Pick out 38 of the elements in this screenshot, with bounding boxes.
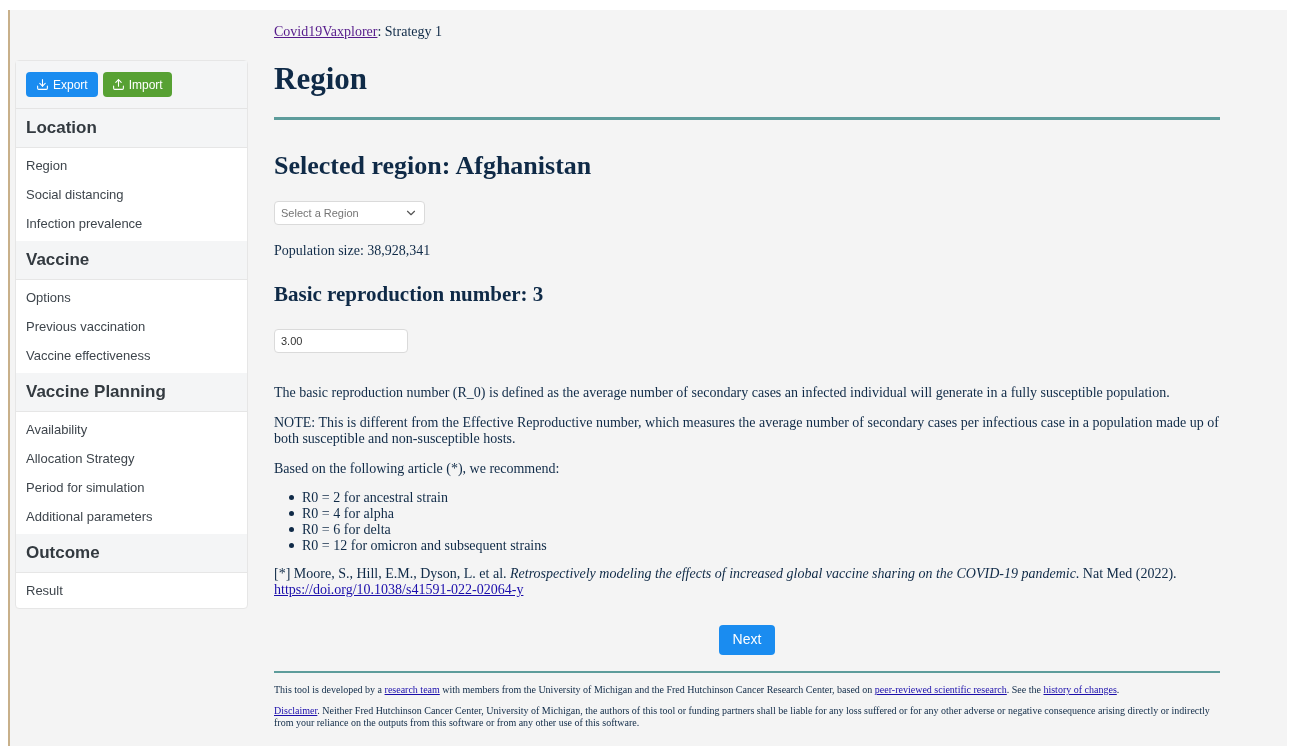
sidebar-item[interactable]: Region [16, 151, 247, 180]
body-paragraph: The basic reproduction number (R_0) is defined as the average number of secondary cases an infected individual will generate in a fully susceptible population. [274, 384, 1171, 401]
recommendation-item: R0 = 12 for omicron and subsequent strains [289, 537, 1220, 554]
breadcrumb: Covid19Vaxplorer: Strategy 1 [274, 24, 442, 39]
footer-paragraph: Disclaimer. Neither Fred Hutchinson Cancer Center, University of Michigan, the authors of this tool or funding partners shall be liable for any loss suffered or for any other adverse or negative consequence arising directly or indirectly from your reliance on the outputs from this software or from any other use of this software. [274, 704, 1211, 729]
body-paragraph: NOTE: This is different from the Effective Reproductive number, which measures the average number of secondary cases per infectious case in a population made up of both susceptible and non-susceptible hosts. [274, 414, 1220, 447]
sidebar-item[interactable]: Vaccine effectiveness [16, 341, 247, 370]
sidebar-item[interactable]: Result [16, 576, 247, 605]
reproduction-heading: Basic reproduction number: 3 [274, 281, 545, 309]
sidebar-item[interactable]: Period for simulation [16, 473, 247, 502]
doi-link[interactable]: https://doi.org/10.1038/s41591-022-02064-y [274, 581, 524, 597]
reference-text: [*] Moore, S., Hill, E.M., Dyson, L. et al. Retrospectively modeling the effects of increased global vaccine sharing on the COVID-19 pandemic. Nat Med (2022). https://doi.org/10.1038/s41591-022-02064-y [274, 565, 1178, 598]
sidebar-item[interactable]: Availability [16, 415, 247, 444]
selected-region-heading: Selected region: Afghanistan [274, 150, 593, 182]
page-title: Region [274, 60, 368, 98]
body-paragraph: Based on the following article (*), we recommend: [274, 460, 561, 477]
sidebar-item[interactable]: Allocation Strategy [16, 444, 247, 473]
sidebar-item[interactable]: Previous vaccination [16, 312, 247, 341]
section-heading: Vaccine Planning [26, 381, 166, 404]
recommendation-item: R0 = 6 for delta [289, 521, 1220, 538]
recommendation-item: R0 = 2 for ancestral strain [289, 489, 1220, 506]
footer-link[interactable]: peer-reviewed scientific research [874, 683, 1007, 695]
region-select[interactable]: Select a Region [274, 201, 425, 226]
sidebar-item[interactable]: Infection prevalence [16, 209, 247, 238]
reproduction-input[interactable]: 3.00 [274, 328, 408, 353]
sidebar-item[interactable]: Additional parameters [16, 502, 247, 531]
download-icon [36, 78, 49, 91]
sidebar-item[interactable]: Social distancing [16, 180, 247, 209]
footer-link[interactable]: history of changes [1043, 683, 1117, 695]
population-text: Population size: 38,928,341 [274, 242, 432, 261]
upload-icon [111, 78, 125, 91]
sidebar-item[interactable]: Options [16, 283, 247, 312]
footer-paragraph: This tool is developed by a research team with members from the University of Michigan and the Fred Hutchinson Cancer Research Center, based on peer-reviewed scientific research. See the history of changes. [274, 683, 1121, 696]
section-heading: Outcome [26, 542, 100, 565]
footer-link[interactable]: research team [384, 683, 440, 695]
section-heading: Location [26, 117, 97, 140]
recommendation-item: R0 = 4 for alpha [289, 505, 1220, 522]
section-heading: Vaccine [26, 249, 90, 272]
